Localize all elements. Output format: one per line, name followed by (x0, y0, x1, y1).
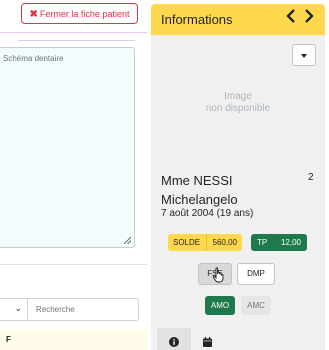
panel-menu-button[interactable] (292, 44, 316, 66)
close-patient-file-label: Fermer la fiche patient (39, 9, 130, 19)
patient-name: Mme NESSI Michelangelo (161, 171, 238, 209)
textarea-placeholder: Schéma dentaire (3, 54, 64, 63)
chevron-right-icon[interactable] (304, 9, 314, 27)
table-header-cell: F (6, 335, 11, 344)
filter-select[interactable]: ⌄ (0, 298, 28, 321)
solde-label: SOLDE (173, 238, 201, 247)
amc-badge: AMC (241, 296, 271, 315)
patient-count: 2 (308, 172, 314, 183)
patient-main-pane: ✖ Fermer la fiche patient Schéma dentaire… (0, 0, 147, 350)
photo-placeholder-line1: Image (224, 91, 252, 102)
search-input[interactable] (28, 298, 139, 321)
tab-calendar[interactable] (193, 328, 223, 350)
dmp-button[interactable]: DMP (237, 263, 275, 285)
hand-pointer-icon (212, 267, 225, 288)
amo-badge: AMO (205, 296, 235, 315)
photo-placeholder-line2: non disponible (205, 103, 271, 114)
patient-name-line1: Mme NESSI (161, 173, 233, 188)
divider (0, 264, 147, 265)
informations-panel: Informations Image non disponible Mme NE… (151, 4, 325, 350)
close-patient-file-button[interactable]: ✖ Fermer la fiche patient (21, 3, 138, 24)
chevron-left-icon[interactable] (286, 9, 296, 27)
tp-badge: TP 12,00 (251, 234, 307, 251)
patient-name-line2: Michelangelo (161, 192, 238, 207)
overlay-line (18, 40, 135, 41)
patient-photo-placeholder: Image non disponible (193, 91, 283, 115)
info-icon (169, 334, 179, 350)
panel-header: Informations (151, 4, 325, 35)
dental-chart-textarea[interactable]: Schéma dentaire (0, 47, 135, 248)
tp-value: 12,00 (280, 238, 301, 247)
resize-handle-icon[interactable] (124, 237, 131, 244)
calendar-icon (203, 334, 212, 350)
tp-label: TP (257, 238, 268, 247)
table-header-row: F (0, 329, 147, 350)
chevron-down-icon: ⌄ (14, 303, 22, 313)
solde-badge: SOLDE 560,00 (168, 234, 242, 251)
patient-birthdate: 7 août 2004 (19 ans) (161, 208, 254, 219)
close-icon: ✖ (29, 9, 38, 20)
solde-value: 560,00 (212, 238, 237, 247)
tab-info[interactable] (157, 328, 191, 350)
divider (206, 234, 207, 251)
caret-down-icon (301, 54, 307, 58)
overlay-line (0, 32, 147, 33)
panel-title: Informations (161, 12, 233, 27)
